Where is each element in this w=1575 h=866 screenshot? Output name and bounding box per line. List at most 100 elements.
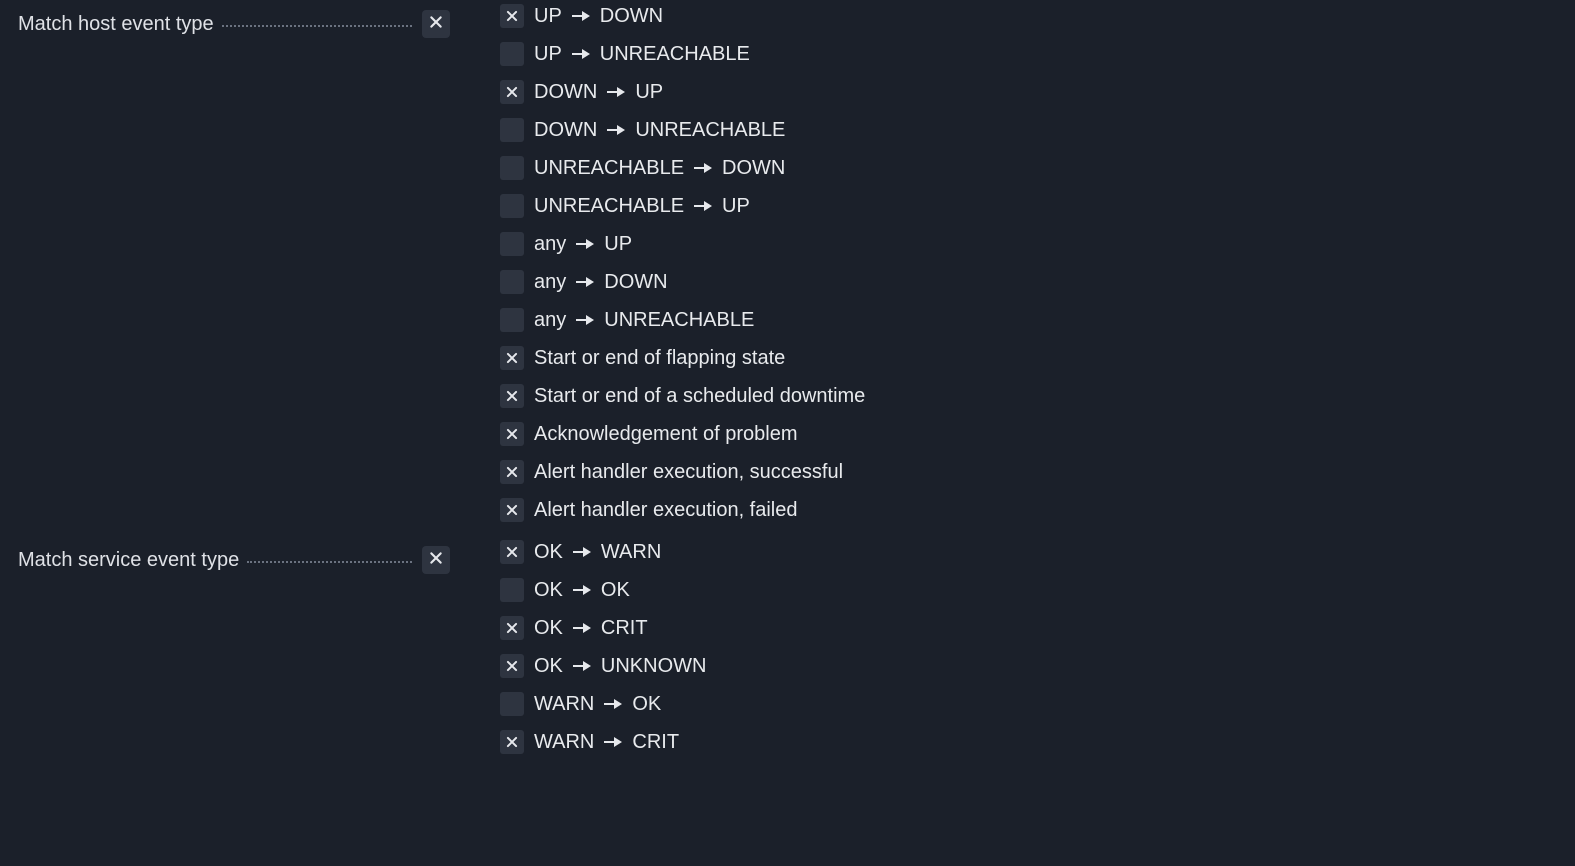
option-text: Alert handler execution, successful [534, 461, 843, 484]
option-label: OKUNKNOWN [534, 655, 706, 678]
option-checkbox[interactable] [500, 80, 524, 104]
option-checkbox[interactable] [500, 730, 524, 754]
label-service: Match service event type [18, 549, 239, 572]
arrow-right-icon [576, 275, 594, 289]
option-checkbox[interactable] [500, 692, 524, 716]
option-row: UP UNREACHABLE [500, 42, 865, 66]
option-label: OK CRIT [534, 617, 648, 640]
option-from: UP [534, 43, 562, 66]
option-label: WARN OK [534, 693, 661, 716]
option-label: WARNCRIT [534, 731, 679, 754]
arrow-right-icon [572, 9, 590, 23]
option-checkbox[interactable] [500, 42, 524, 66]
option-from: any [534, 271, 566, 294]
option-checkbox[interactable] [500, 4, 524, 28]
option-label: DOWN UNREACHABLE [534, 119, 785, 142]
arrow-right-icon [607, 85, 625, 99]
option-label: anyDOWN [534, 271, 668, 294]
option-checkbox[interactable] [500, 118, 524, 142]
option-checkbox[interactable] [500, 232, 524, 256]
option-row: DOWNUP [500, 80, 865, 104]
option-row: DOWN UNREACHABLE [500, 118, 865, 142]
option-to: UP [722, 195, 750, 218]
option-from: OK [534, 617, 563, 640]
option-text: Acknowledgement of problem [534, 423, 797, 446]
option-label: DOWNUP [534, 81, 663, 104]
option-from: UNREACHABLE [534, 157, 684, 180]
option-checkbox[interactable] [500, 194, 524, 218]
options-service: OKWARNOKOKOKCRITOKUNKNOWNWARNOKWARNCRIT [460, 540, 706, 768]
arrow-right-icon [573, 545, 591, 559]
option-label: UNREACHABLE UP [534, 195, 750, 218]
option-row: Start or end of flapping state [500, 346, 865, 370]
option-row: UP DOWN [500, 4, 865, 28]
arrow-right-icon [573, 621, 591, 635]
option-label: OKWARN [534, 541, 661, 564]
option-label: Start or end of flapping state [534, 347, 785, 370]
option-row: OKOK [500, 578, 706, 602]
option-checkbox[interactable] [500, 460, 524, 484]
option-checkbox[interactable] [500, 346, 524, 370]
option-row: anyUP [500, 232, 865, 256]
section-host: Match host event typeUPDOWNUPUNREACHABLE… [0, 0, 1575, 536]
arrow-right-icon [573, 659, 591, 673]
label-dots [247, 561, 412, 563]
arrow-right-icon [572, 47, 590, 61]
option-row: any UNREACHABLE [500, 308, 865, 332]
option-row: OKWARN [500, 540, 706, 564]
section-service: Match service event typeOKWARNOKOKOKCRIT… [0, 536, 1575, 768]
option-row: anyDOWN [500, 270, 865, 294]
option-row: Alert handler execution, failed [500, 498, 865, 522]
toggle-service-button[interactable] [422, 546, 450, 574]
option-row: Start or end of a scheduled downtime [500, 384, 865, 408]
arrow-right-icon [604, 735, 622, 749]
option-row: UNREACHABLEDOWN [500, 156, 865, 180]
option-row: OK CRIT [500, 616, 706, 640]
option-row: Acknowledgement of problem [500, 422, 865, 446]
option-row: UNREACHABLE UP [500, 194, 865, 218]
option-to: UNREACHABLE [635, 119, 785, 142]
option-to: CRIT [601, 617, 648, 640]
option-label: Alert handler execution, successful [534, 461, 843, 484]
close-icon [428, 13, 444, 36]
option-row: OKUNKNOWN [500, 654, 706, 678]
option-label: any UNREACHABLE [534, 309, 754, 332]
option-from: WARN [534, 693, 594, 716]
option-to: DOWN [600, 5, 663, 28]
option-checkbox[interactable] [500, 308, 524, 332]
label-col-host: Match host event type [0, 4, 460, 38]
option-to: OK [632, 693, 661, 716]
option-label: anyUP [534, 233, 632, 256]
option-from: any [534, 309, 566, 332]
option-checkbox[interactable] [500, 156, 524, 180]
option-to: UP [604, 233, 632, 256]
option-text: Start or end of flapping state [534, 347, 785, 370]
arrow-right-icon [607, 123, 625, 137]
option-row: Alert handler execution, successful [500, 460, 865, 484]
arrow-right-icon [604, 697, 622, 711]
option-checkbox[interactable] [500, 540, 524, 564]
option-from: WARN [534, 731, 594, 754]
option-from: DOWN [534, 81, 597, 104]
option-checkbox[interactable] [500, 422, 524, 446]
option-checkbox[interactable] [500, 616, 524, 640]
arrow-right-icon [573, 583, 591, 597]
option-from: UP [534, 5, 562, 28]
option-checkbox[interactable] [500, 270, 524, 294]
toggle-host-button[interactable] [422, 10, 450, 38]
label-col-service: Match service event type [0, 540, 460, 574]
option-from: DOWN [534, 119, 597, 142]
option-checkbox[interactable] [500, 498, 524, 522]
option-row: WARN OK [500, 692, 706, 716]
option-checkbox[interactable] [500, 384, 524, 408]
arrow-right-icon [694, 161, 712, 175]
option-from: OK [534, 541, 563, 564]
option-checkbox[interactable] [500, 578, 524, 602]
options-host: UPDOWNUPUNREACHABLEDOWNUPDOWNUNREACHABLE… [460, 4, 865, 536]
option-text: Alert handler execution, failed [534, 499, 798, 522]
option-to: UNREACHABLE [600, 43, 750, 66]
option-row: WARNCRIT [500, 730, 706, 754]
option-checkbox[interactable] [500, 654, 524, 678]
option-from: UNREACHABLE [534, 195, 684, 218]
option-to: UNREACHABLE [604, 309, 754, 332]
